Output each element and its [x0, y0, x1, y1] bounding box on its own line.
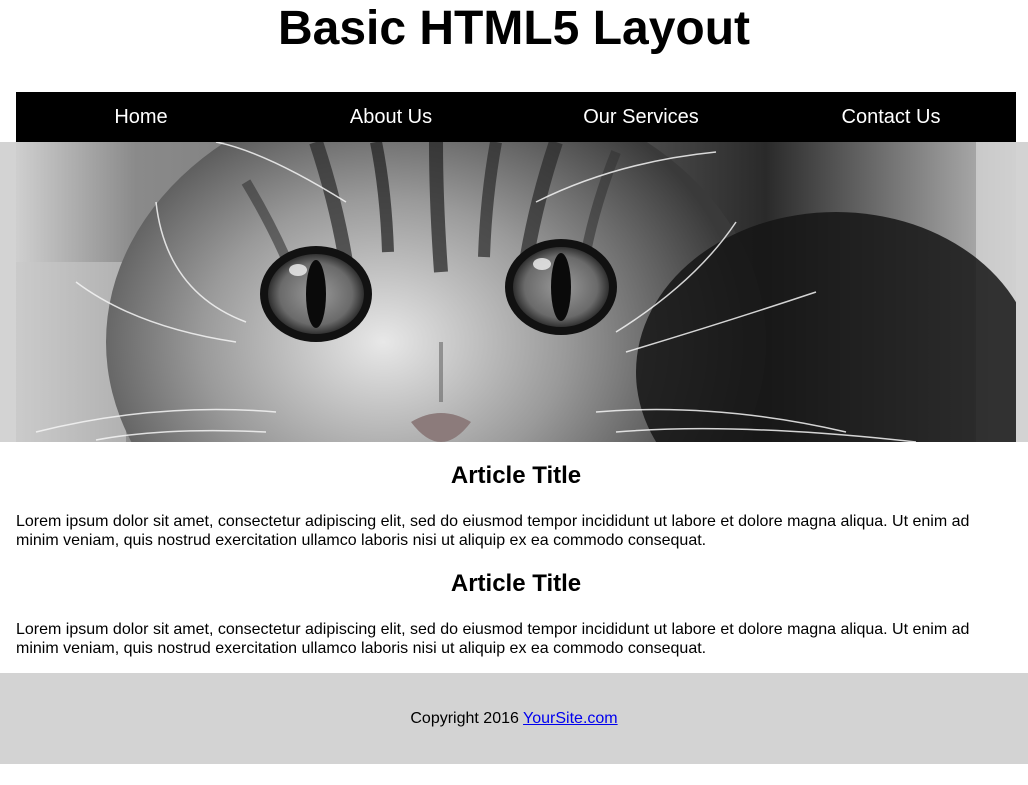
nav-contact-us[interactable]: Contact Us: [766, 92, 1016, 142]
article-body: Lorem ipsum dolor sit amet, consectetur …: [16, 621, 970, 657]
page-title: Basic HTML5 Layout: [277, 2, 751, 55]
hero-band: [0, 142, 1028, 442]
article-title: Article Title: [450, 462, 582, 489]
site-footer: Copyright 2016 YourSite.com: [0, 673, 1028, 764]
hero-image: [16, 142, 1016, 442]
article-body: Lorem ipsum dolor sit amet, consectetur …: [16, 513, 970, 549]
nav-our-services[interactable]: Our Services: [516, 92, 766, 142]
kitten-photo: [16, 142, 1016, 442]
main-nav: Home About Us Our Services Contact Us: [16, 92, 1016, 142]
nav-about-us[interactable]: About Us: [266, 92, 516, 142]
nav-home[interactable]: Home: [16, 92, 266, 142]
article-title: Article Title: [450, 570, 582, 597]
site-header: Basic HTML5 Layout: [0, 0, 1028, 92]
footer-site-link[interactable]: YourSite.com: [523, 710, 618, 727]
copyright-text: Copyright 2016: [410, 710, 524, 727]
